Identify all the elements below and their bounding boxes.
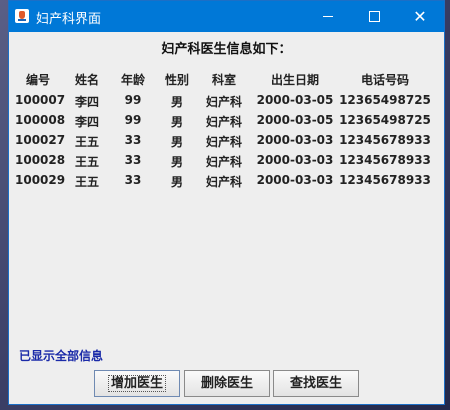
header-birthdate: 出生日期 bbox=[270, 73, 319, 87]
delete-doctor-button[interactable]: 删除医生 bbox=[184, 370, 270, 397]
cell-name: 王五 bbox=[74, 135, 99, 149]
cell-id: 100028 bbox=[15, 153, 66, 167]
cell-gender: 男 bbox=[170, 175, 183, 189]
window-title: 妇产科界面 bbox=[36, 12, 102, 27]
cell-age: 99 bbox=[124, 93, 142, 107]
delete-doctor-label: 删除医生 bbox=[200, 376, 253, 391]
status-text: 已显示全部信息 bbox=[19, 349, 104, 363]
add-doctor-label: 增加医生 bbox=[107, 375, 166, 392]
header-phone: 电话号码 bbox=[360, 73, 409, 87]
minimize-icon bbox=[323, 16, 333, 17]
cell-phone: 12345678933 bbox=[339, 173, 431, 187]
table-row[interactable]: 100029 王五 33 男 妇产科 2000-03-03 1234567893… bbox=[9, 173, 446, 191]
cell-id: 100027 bbox=[15, 133, 66, 147]
cell-age: 33 bbox=[124, 173, 142, 187]
cell-id: 100008 bbox=[15, 113, 66, 127]
cell-name: 王五 bbox=[74, 175, 99, 189]
cell-department: 妇产科 bbox=[205, 135, 242, 149]
cell-department: 妇产科 bbox=[205, 115, 242, 129]
maximize-icon bbox=[369, 11, 380, 22]
cell-id: 100029 bbox=[15, 173, 66, 187]
cell-name: 王五 bbox=[74, 155, 99, 169]
cell-gender: 男 bbox=[170, 115, 183, 129]
cell-age: 99 bbox=[124, 113, 142, 127]
cell-id: 100007 bbox=[15, 93, 66, 107]
close-icon: ✕ bbox=[413, 7, 427, 26]
app-window: 妇产科界面 ✕ 妇产科医生信息如下： 编号 姓名 年龄 性别 科室 出生日期 电… bbox=[8, 0, 445, 405]
table-row[interactable]: 100028 王五 33 男 妇产科 2000-03-03 1234567893… bbox=[9, 153, 446, 171]
title-bar[interactable]: 妇产科界面 ✕ bbox=[9, 1, 444, 32]
find-doctor-button[interactable]: 查找医生 bbox=[273, 370, 359, 397]
table-row[interactable]: 100027 王五 33 男 妇产科 2000-03-03 1234567893… bbox=[9, 133, 446, 151]
cell-age: 33 bbox=[124, 133, 142, 147]
cell-gender: 男 bbox=[170, 155, 183, 169]
add-doctor-button[interactable]: 增加医生 bbox=[94, 370, 180, 397]
cell-phone: 12345678933 bbox=[339, 133, 431, 147]
java-app-icon bbox=[15, 9, 29, 23]
minimize-button[interactable] bbox=[305, 1, 351, 32]
cell-birthdate: 2000-03-03 bbox=[256, 173, 334, 187]
table-row[interactable]: 100008 李四 99 男 妇产科 2000-03-05 1236549872… bbox=[9, 113, 446, 131]
maximize-button[interactable] bbox=[351, 1, 397, 32]
find-doctor-label: 查找医生 bbox=[289, 376, 342, 391]
header-name: 姓名 bbox=[74, 73, 99, 87]
cell-department: 妇产科 bbox=[205, 95, 242, 109]
cell-birthdate: 2000-03-05 bbox=[256, 93, 334, 107]
cell-age: 33 bbox=[124, 153, 142, 167]
cell-gender: 男 bbox=[170, 95, 183, 109]
cell-birthdate: 2000-03-05 bbox=[256, 113, 334, 127]
cell-phone: 12365498725 bbox=[339, 113, 431, 127]
cell-birthdate: 2000-03-03 bbox=[256, 153, 334, 167]
cell-department: 妇产科 bbox=[205, 175, 242, 189]
cell-gender: 男 bbox=[170, 135, 183, 149]
table-row[interactable]: 100007 李四 99 男 妇产科 2000-03-05 1236549872… bbox=[9, 93, 446, 111]
close-button[interactable]: ✕ bbox=[397, 1, 443, 32]
header-department: 科室 bbox=[211, 73, 236, 87]
cell-department: 妇产科 bbox=[205, 155, 242, 169]
page-heading: 妇产科医生信息如下： bbox=[161, 42, 292, 57]
header-gender: 性别 bbox=[164, 73, 189, 87]
cell-name: 李四 bbox=[74, 95, 99, 109]
header-age: 年龄 bbox=[120, 73, 145, 87]
cell-phone: 12345678933 bbox=[339, 153, 431, 167]
cell-birthdate: 2000-03-03 bbox=[256, 133, 334, 147]
cell-name: 李四 bbox=[74, 115, 99, 129]
cell-phone: 12365498725 bbox=[339, 93, 431, 107]
header-id: 编号 bbox=[25, 73, 50, 87]
table-header-row: 编号 姓名 年龄 性别 科室 出生日期 电话号码 bbox=[9, 71, 446, 89]
